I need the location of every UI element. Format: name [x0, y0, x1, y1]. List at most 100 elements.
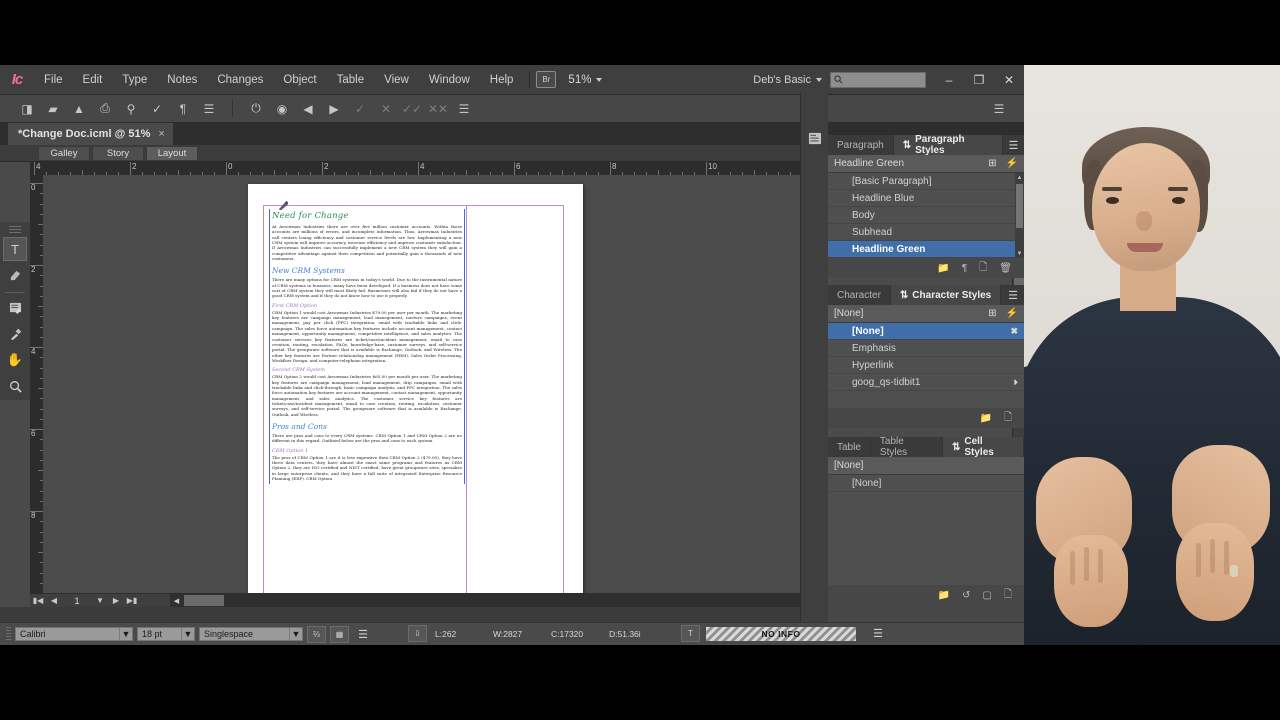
bridge-icon[interactable]: Br	[536, 71, 557, 88]
paragraph-current-style-field[interactable]: Headline Green ⊞ ⚡	[828, 155, 1024, 173]
next-page-icon[interactable]: ▶	[108, 594, 124, 608]
next-change-icon[interactable]: ▶	[321, 98, 347, 120]
style-item-basic-paragraph[interactable]: [Basic Paragraph]	[828, 173, 1024, 190]
menu-object[interactable]: Object	[273, 65, 326, 95]
reject-all-changes-icon[interactable]: ✕✕	[425, 98, 451, 120]
character-current-style-field[interactable]: [None] ⊞ ⚡	[828, 305, 1024, 323]
show-changes-icon[interactable]: ◉	[269, 98, 295, 120]
menu-edit[interactable]: Edit	[73, 65, 113, 95]
last-page-icon[interactable]: ▶▮	[124, 594, 140, 608]
paragraph-list-scrollbar[interactable]: ▲ ▼	[1015, 173, 1024, 258]
show-hidden-chars-icon[interactable]: ¶	[170, 98, 196, 120]
clear-overrides-icon[interactable]: ▢	[983, 590, 992, 601]
reject-change-icon[interactable]: ✕	[373, 98, 399, 120]
menu-window[interactable]: Window	[419, 65, 480, 95]
close-button[interactable]: ✕	[994, 68, 1024, 92]
style-item-headline-blue[interactable]: Headline Blue	[828, 190, 1024, 207]
line-numbers-icon[interactable]: ⅔	[307, 625, 326, 643]
new-style-group-icon[interactable]: 📁	[980, 413, 992, 424]
menu-type[interactable]: Type	[112, 65, 157, 95]
zoom-level-control[interactable]: 51%	[568, 74, 603, 86]
close-icon[interactable]: ×	[158, 128, 164, 140]
chevron-down-icon[interactable]: ▼	[289, 628, 302, 640]
quick-apply-icon[interactable]: ⚡	[1006, 158, 1018, 169]
tab-layout[interactable]: Layout	[146, 145, 198, 161]
style-item-body[interactable]: Body	[828, 207, 1024, 224]
copyfit-info-icon[interactable]: ⇩	[408, 625, 427, 642]
workspace-switcher[interactable]: Deb's Basic	[745, 74, 830, 86]
style-item-headline-green[interactable]: Headline Green	[828, 241, 1024, 258]
depth-ruler-icon[interactable]: ▦	[330, 625, 349, 643]
cell-current-style-field[interactable]: [None]	[828, 457, 1024, 475]
menu-help[interactable]: Help	[480, 65, 524, 95]
font-family-select[interactable]: Calibri ▼	[15, 627, 133, 641]
char-style-item-hyperlink[interactable]: Hyperlink	[828, 357, 1024, 374]
spellcheck-icon[interactable]: ✓	[144, 98, 170, 120]
accept-change-icon[interactable]: ✓	[347, 98, 373, 120]
clear-attributes-icon[interactable]: ↺	[962, 590, 970, 601]
type-tool[interactable]: T	[3, 237, 27, 261]
char-style-item-goog-qs-tidbit1[interactable]: goog_qs-tidbit1 ⏵	[828, 374, 1024, 391]
menu-view[interactable]: View	[374, 65, 419, 95]
menu-table[interactable]: Table	[327, 65, 375, 95]
accept-all-changes-icon[interactable]: ✓✓	[399, 98, 425, 120]
print-icon[interactable]: ⎙	[92, 98, 118, 120]
paragraph-styles-list[interactable]: [Basic Paragraph] Headline Blue Body Sub…	[828, 173, 1024, 258]
assignments-panel-icon[interactable]	[801, 123, 829, 153]
tab-table[interactable]: Table	[828, 437, 871, 457]
quick-apply-icon[interactable]: ⚡	[1006, 308, 1018, 319]
track-changes-icon[interactable]: ⏻	[243, 98, 269, 120]
tab-galley[interactable]: Galley	[38, 145, 90, 161]
clear-overrides-icon[interactable]: ✖	[1010, 326, 1018, 337]
text-measure-icon[interactable]: T	[681, 625, 700, 642]
document-page[interactable]: Need for Change At Arrowmas Industries t…	[248, 184, 583, 593]
tab-paragraph-styles[interactable]: ⇅ Paragraph Styles	[893, 134, 1003, 156]
status-bar-grip[interactable]	[6, 626, 11, 642]
track-changes-tool[interactable]	[3, 296, 27, 320]
previous-change-icon[interactable]: ◀	[295, 98, 321, 120]
open-folder-icon[interactable]: ▰	[40, 98, 66, 120]
scroll-up-icon[interactable]: ▲	[1015, 173, 1024, 182]
horizontal-scroll-thumb[interactable]	[184, 595, 224, 606]
tab-paragraph[interactable]: Paragraph	[828, 135, 894, 155]
toolbar-menu-icon[interactable]: ☰	[196, 98, 222, 120]
menu-changes[interactable]: Changes	[207, 65, 273, 95]
leading-select[interactable]: Singlespace ▼	[199, 627, 303, 641]
hand-tool[interactable]: ✋	[3, 348, 27, 372]
restore-button[interactable]: ❐	[964, 68, 994, 92]
changes-menu-icon[interactable]: ☰	[451, 98, 477, 120]
previous-page-icon[interactable]: ◀	[46, 594, 62, 608]
minimize-button[interactable]: –	[934, 68, 964, 92]
panel-menu-icon[interactable]: ☰	[1003, 135, 1024, 155]
clear-overrides-icon[interactable]: ¶	[962, 263, 967, 274]
new-style-icon[interactable]: 🗋	[1004, 587, 1012, 604]
chevron-down-icon[interactable]: ▼	[181, 628, 194, 640]
delete-style-icon[interactable]: 🗑	[999, 263, 1012, 274]
new-doc-icon[interactable]: ◨	[14, 98, 40, 120]
panel-menu-icon[interactable]: ☰	[1002, 285, 1024, 305]
cell-styles-list[interactable]: [None]	[828, 475, 1024, 585]
menu-notes[interactable]: Notes	[157, 65, 207, 95]
save-icon[interactable]: ▲	[66, 98, 92, 120]
search-input[interactable]	[830, 71, 926, 88]
eyedropper-tool[interactable]	[3, 322, 27, 346]
toolbox-grip[interactable]	[9, 226, 21, 233]
note-tool[interactable]	[3, 263, 27, 287]
new-style-group-icon[interactable]: 📁	[937, 263, 949, 274]
tab-table-styles[interactable]: Table Styles	[871, 436, 943, 458]
tab-cell-styles[interactable]: ⇅ Cell Styles	[942, 436, 1024, 458]
vertical-ruler[interactable]: 0246810	[30, 175, 43, 593]
char-style-item-emphasis[interactable]: Emphasis	[828, 340, 1024, 357]
new-style-from-selection-icon[interactable]: ⊞	[988, 308, 996, 319]
char-style-item-none[interactable]: [None] ✖	[828, 323, 1024, 340]
story-text-column[interactable]: Need for Change At Arrowmas Industries t…	[269, 200, 465, 485]
paragraph-list-scroll-thumb[interactable]	[1016, 184, 1023, 228]
document-tab[interactable]: *Change Doc.icml @ 51% ×	[8, 123, 173, 145]
tab-story[interactable]: Story	[92, 145, 144, 161]
style-item-subhead[interactable]: Subhead	[828, 224, 1024, 241]
status-menu-icon[interactable]: ☰	[353, 626, 373, 643]
first-page-icon[interactable]: ▮◀	[30, 594, 46, 608]
font-size-select[interactable]: 18 pt ▼	[137, 627, 195, 641]
menu-file[interactable]: File	[34, 65, 73, 95]
scroll-down-icon[interactable]: ▼	[1015, 249, 1024, 258]
